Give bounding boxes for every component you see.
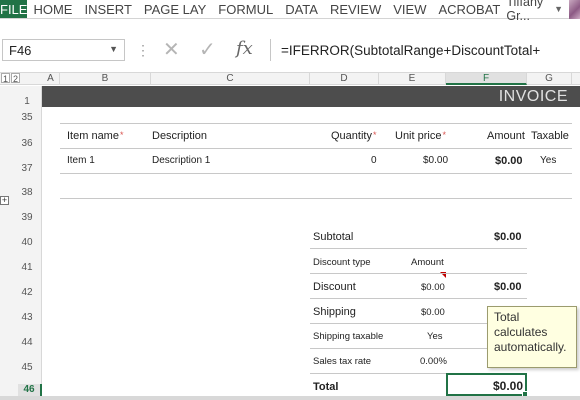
quantity-cell[interactable]: 0 <box>371 155 377 166</box>
row-header-active[interactable]: 46 <box>18 384 42 396</box>
row-header[interactable]: 43 <box>14 312 40 323</box>
subtotal-value[interactable]: $0.00 <box>494 231 522 243</box>
discount-value[interactable]: $0.00 <box>494 281 522 293</box>
description-cell[interactable]: Description 1 <box>152 155 210 166</box>
total-value[interactable]: $0.00 <box>493 379 523 393</box>
totals-divider <box>310 273 527 274</box>
totals-divider <box>310 298 527 299</box>
row-header[interactable]: 36 <box>14 138 40 149</box>
column-header-b[interactable]: B <box>60 73 151 85</box>
cell-comment-tooltip: Total calculates automatically. <box>487 306 577 368</box>
sales-tax-input[interactable]: 0.00% <box>420 356 447 367</box>
discount-label: Discount <box>313 281 356 293</box>
formula-input[interactable]: =IFERROR(SubtotalRange+DiscountTotal+ <box>270 39 580 61</box>
column-header-c[interactable]: C <box>151 73 310 85</box>
header-unit-price: Unit price* <box>395 130 446 142</box>
header-amount: Amount <box>487 130 525 142</box>
shipping-taxable-select[interactable]: Yes <box>427 331 443 342</box>
column-header-d[interactable]: D <box>310 73 379 85</box>
invoice-title: INVOICE <box>498 88 568 105</box>
tab-formulas[interactable]: FORMUL <box>212 0 279 18</box>
subtotal-label: Subtotal <box>313 231 354 243</box>
horizontal-scrollbar[interactable] <box>0 396 580 400</box>
discount-input[interactable]: $0.00 <box>421 282 445 293</box>
item-name-cell[interactable]: Item 1 <box>67 155 95 166</box>
header-quantity: Quantity* <box>331 130 377 142</box>
expand-group-icon[interactable]: + <box>0 196 9 205</box>
insert-function-button[interactable]: fx <box>236 38 253 59</box>
discount-type-select[interactable]: Amount <box>411 257 444 268</box>
avatar <box>569 0 580 19</box>
header-description: Description <box>152 130 208 142</box>
row-header[interactable]: 38 <box>14 187 40 198</box>
header-divider <box>60 148 572 149</box>
row-header[interactable]: 41 <box>14 262 40 273</box>
column-header-e[interactable]: E <box>379 73 446 85</box>
column-header-a[interactable]: A <box>42 73 60 85</box>
header-taxable: Taxable <box>531 130 569 142</box>
check-icon[interactable]: ✓ <box>199 37 216 62</box>
discount-type-label: Discount type <box>313 257 371 268</box>
chevron-down-icon: ▼ <box>109 44 118 54</box>
row-header[interactable]: 35 <box>14 112 40 123</box>
tab-insert[interactable]: INSERT <box>78 0 137 18</box>
row-header[interactable]: 40 <box>14 237 40 248</box>
unit-price-cell[interactable]: $0.00 <box>423 155 448 166</box>
row-header-column: + 1 35 36 37 38 39 40 41 42 43 44 45 46 <box>0 86 42 396</box>
amount-cell[interactable]: $0.00 <box>495 155 523 167</box>
row-header[interactable]: 45 <box>14 362 40 373</box>
shipping-input[interactable]: $0.00 <box>421 307 445 318</box>
group-level-1-button[interactable]: 1 <box>1 73 10 84</box>
tab-acrobat[interactable]: ACROBAT <box>432 0 506 18</box>
taxable-cell[interactable]: Yes <box>540 155 556 166</box>
row-header[interactable]: 42 <box>14 287 40 298</box>
row-divider <box>60 173 572 174</box>
total-label: Total <box>313 381 339 393</box>
row-header[interactable]: 1 <box>14 96 40 107</box>
close-icon[interactable]: ✕ <box>163 37 180 62</box>
name-box-value: F46 <box>9 42 32 58</box>
row-header[interactable]: 37 <box>14 163 40 174</box>
ribbon-tabs: FILE HOME INSERT PAGE LAY FORMUL DATA RE… <box>0 0 580 23</box>
tab-page-layout[interactable]: PAGE LAY <box>138 0 212 18</box>
user-name: Tiffany Gr... <box>506 0 544 23</box>
table-top-border <box>60 123 572 124</box>
tab-view[interactable]: VIEW <box>387 0 432 18</box>
column-header-f[interactable]: F <box>446 73 527 85</box>
column-header-g[interactable]: G <box>527 73 572 85</box>
file-tab[interactable]: FILE <box>0 0 28 18</box>
column-header-row: 1 2 A B C D E F G <box>0 72 580 85</box>
invoice-banner: INVOICE <box>42 86 580 107</box>
user-account[interactable]: Tiffany Gr... ▼ <box>506 0 580 23</box>
tab-review[interactable]: REVIEW <box>324 0 387 18</box>
tab-home[interactable]: HOME <box>27 0 78 18</box>
sales-tax-label: Sales tax rate <box>313 356 372 367</box>
table-bottom-border <box>60 198 572 199</box>
row-header[interactable]: 39 <box>14 212 40 223</box>
drag-handle-icon[interactable]: ⋮ <box>136 42 150 59</box>
group-level-2-button[interactable]: 2 <box>11 73 20 84</box>
name-box[interactable]: F46 ▼ <box>2 39 125 61</box>
chevron-down-icon: ▼ <box>554 4 564 14</box>
formula-bar: F46 ▼ ⋮ ✕ ✓ fx =IFERROR(SubtotalRange+Di… <box>0 33 580 67</box>
shipping-label: Shipping <box>313 306 356 318</box>
tab-data[interactable]: DATA <box>279 0 324 18</box>
shipping-taxable-label: Shipping taxable <box>313 331 384 342</box>
totals-divider <box>310 248 527 249</box>
header-item-name: Item name* <box>67 130 124 142</box>
row-header[interactable]: 44 <box>14 337 40 348</box>
